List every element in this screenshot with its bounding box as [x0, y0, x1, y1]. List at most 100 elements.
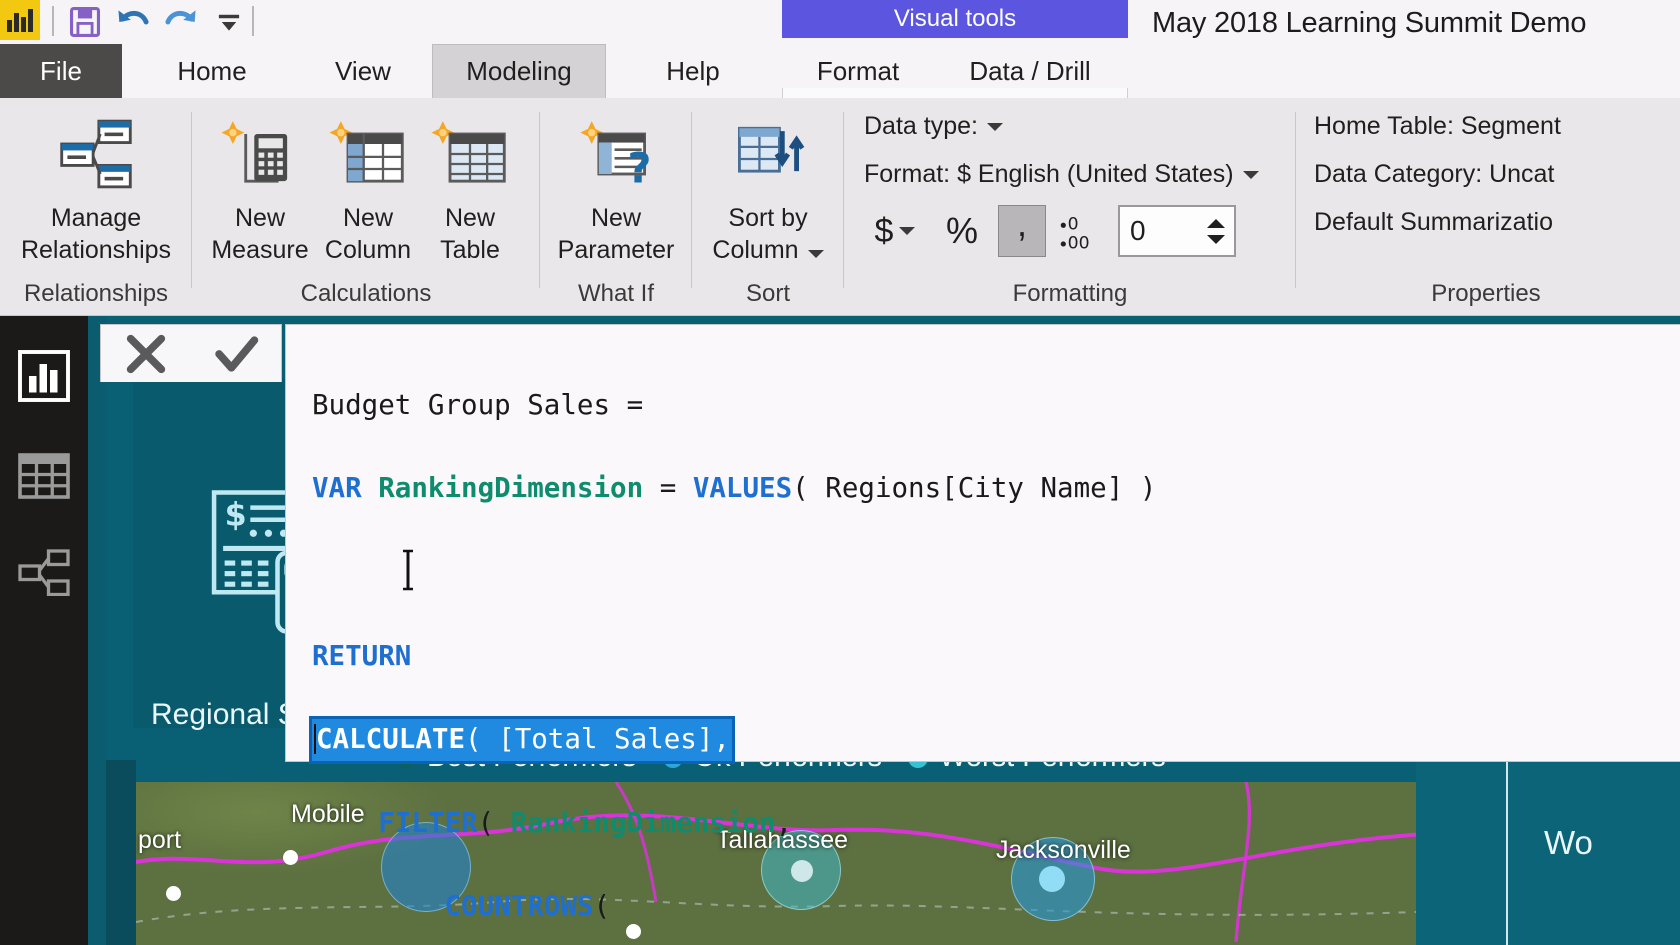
new-parameter-button[interactable]: ? New Parameter [550, 108, 682, 266]
new-column-button[interactable]: New Column [316, 108, 420, 266]
chevron-down-icon[interactable] [899, 227, 916, 235]
tab-help[interactable]: Help [624, 44, 762, 98]
relationships-icon [18, 549, 70, 596]
ribbon-group-whatif: ? New Parameter What If [540, 98, 692, 316]
dax-code[interactable]: Budget Group Sales = VAR RankingDimensio… [309, 343, 1680, 945]
data-category-label: Data Category: Uncat [1314, 160, 1555, 188]
table-grid-icon [18, 453, 70, 499]
window-title: May 2018 Learning Summit Demo [1152, 6, 1587, 39]
cancel-button[interactable] [101, 325, 191, 382]
save-icon[interactable] [64, 2, 106, 42]
chevron-down-icon[interactable] [986, 122, 1003, 131]
bar-chart-icon [18, 350, 70, 402]
close-x-icon [126, 334, 166, 373]
code-token: COUNTROWS [312, 890, 594, 923]
currency-format-button[interactable]: $ [866, 204, 924, 258]
manage-relationships-label: Manage Relationships [20, 204, 172, 264]
code-token: ( [477, 806, 511, 839]
code-token: RankingDimension [510, 806, 776, 839]
code-token: CALCULATE [316, 723, 466, 756]
decimal-places-stepper[interactable]: 0 [1118, 205, 1236, 257]
format-row[interactable]: Format: $ English (United States) [864, 160, 1259, 189]
quick-access-toolbar: Visual tools May 2018 Learning Summit De… [0, 0, 1680, 44]
currency-symbol: $ [874, 211, 894, 250]
comma-symbol: , [1016, 203, 1027, 244]
number-format-toolbar: $ % , 0 00 0 [866, 204, 1236, 258]
ribbon-group-label-calculations: Calculations [300, 280, 432, 307]
redo-icon[interactable] [160, 2, 202, 42]
code-token: Total Sales [514, 723, 697, 756]
data-type-row[interactable]: Data type: [864, 112, 1003, 141]
code-token: = [643, 472, 693, 505]
code-line-selected: CALCULATE( [Total Sales], [309, 716, 1680, 764]
code-token: RankingDimension [378, 472, 644, 505]
tab-view[interactable]: View [298, 44, 428, 98]
selected-code-line[interactable]: CALCULATE( [Total Sales], [309, 716, 735, 764]
new-measure-label: New Measure [211, 204, 309, 264]
sidebar-item-report-view[interactable] [0, 328, 88, 424]
sort-by-column-icon [728, 108, 808, 200]
map-city-label: port [138, 826, 182, 854]
home-table-label: Home Table: Segment [1314, 112, 1561, 140]
undo-icon[interactable] [112, 2, 154, 42]
code-token: FILTER [312, 806, 478, 839]
code-token: VALUES [692, 472, 793, 505]
new-measure-icon [220, 108, 300, 200]
new-table-icon [430, 108, 510, 200]
ribbon-group-sort: Sort by Column Sort [692, 98, 844, 316]
chevron-down-icon[interactable] [807, 250, 824, 258]
ribbon-tab-row: File Home View Modeling Help Format Data… [0, 44, 1680, 142]
tab-data-drill[interactable]: Data / Drill [938, 44, 1122, 98]
sidebar-item-data-view[interactable] [0, 428, 88, 524]
code-token: ], [696, 723, 730, 756]
contextual-tab-group-title: Visual tools [782, 0, 1128, 38]
code-token: RETURN [312, 639, 412, 672]
decimal-places-icon[interactable]: 0 00 [1054, 204, 1110, 258]
formula-editor[interactable]: Budget Group Sales = VAR RankingDimensio… [285, 324, 1680, 922]
code-token: , [775, 806, 793, 839]
customize-quick-access-toolbar-icon[interactable] [208, 2, 250, 42]
default-summarization-row[interactable]: Default Summarizatio [1314, 208, 1553, 237]
default-summarization-label: Default Summarizatio [1314, 208, 1553, 236]
checkmark-icon [215, 335, 259, 372]
stepper-decrement-icon[interactable] [1207, 234, 1225, 244]
percent-format-button[interactable]: % [932, 204, 992, 258]
svg-text:00: 00 [1068, 233, 1090, 250]
tab-modeling[interactable]: Modeling [432, 44, 606, 98]
chevron-down-icon[interactable] [1242, 170, 1259, 179]
tab-format[interactable]: Format [792, 44, 924, 98]
code-token: Budget Group Sales = [312, 388, 644, 421]
manage-relationships-button[interactable]: Manage Relationships [16, 108, 176, 266]
stepper-increment-icon[interactable] [1207, 218, 1225, 228]
new-table-button[interactable]: New Table [422, 108, 518, 266]
canvas-left-strip [106, 760, 136, 945]
view-switcher-sidebar [0, 316, 88, 945]
ribbon-group-properties: Home Table: Segment Data Category: Uncat… [1296, 98, 1680, 316]
sort-by-column-button[interactable]: Sort by Column [702, 108, 834, 266]
ribbon-group-formatting: Data type: Format: $ English (United Sta… [844, 98, 1296, 316]
power-bi-desktop-window: Visual tools May 2018 Learning Summit De… [0, 0, 1680, 945]
decimal-places-value: 0 [1130, 215, 1146, 246]
code-line: Budget Group Sales = [312, 385, 1680, 427]
home-table-row[interactable]: Home Table: Segment [1314, 112, 1561, 141]
new-measure-button[interactable]: New Measure [206, 108, 314, 266]
ribbon-body: Manage Relationships Relationships New M… [0, 98, 1680, 316]
new-table-label: New Table [440, 204, 500, 264]
data-category-row[interactable]: Data Category: Uncat [1314, 160, 1554, 189]
ribbon-group-relationships: Manage Relationships Relationships [0, 98, 192, 316]
commit-button[interactable] [191, 325, 281, 382]
sidebar-item-model-view[interactable] [0, 524, 88, 620]
new-parameter-icon: ? [576, 108, 656, 200]
new-column-label: New Column [324, 204, 412, 264]
map-pin [283, 850, 298, 865]
code-token: ( [593, 890, 611, 923]
ribbon-group-label-whatif: What If [577, 280, 655, 307]
code-token: ( Regions[City Name] ) [792, 472, 1157, 505]
ribbon-group-label-relationships: Relationships [23, 280, 169, 307]
tab-home[interactable]: Home [140, 44, 284, 98]
qat-divider-2 [252, 6, 254, 36]
tab-file[interactable]: File [0, 44, 122, 98]
new-parameter-label: New Parameter [557, 204, 675, 264]
thousands-separator-button[interactable]: , [998, 205, 1046, 257]
